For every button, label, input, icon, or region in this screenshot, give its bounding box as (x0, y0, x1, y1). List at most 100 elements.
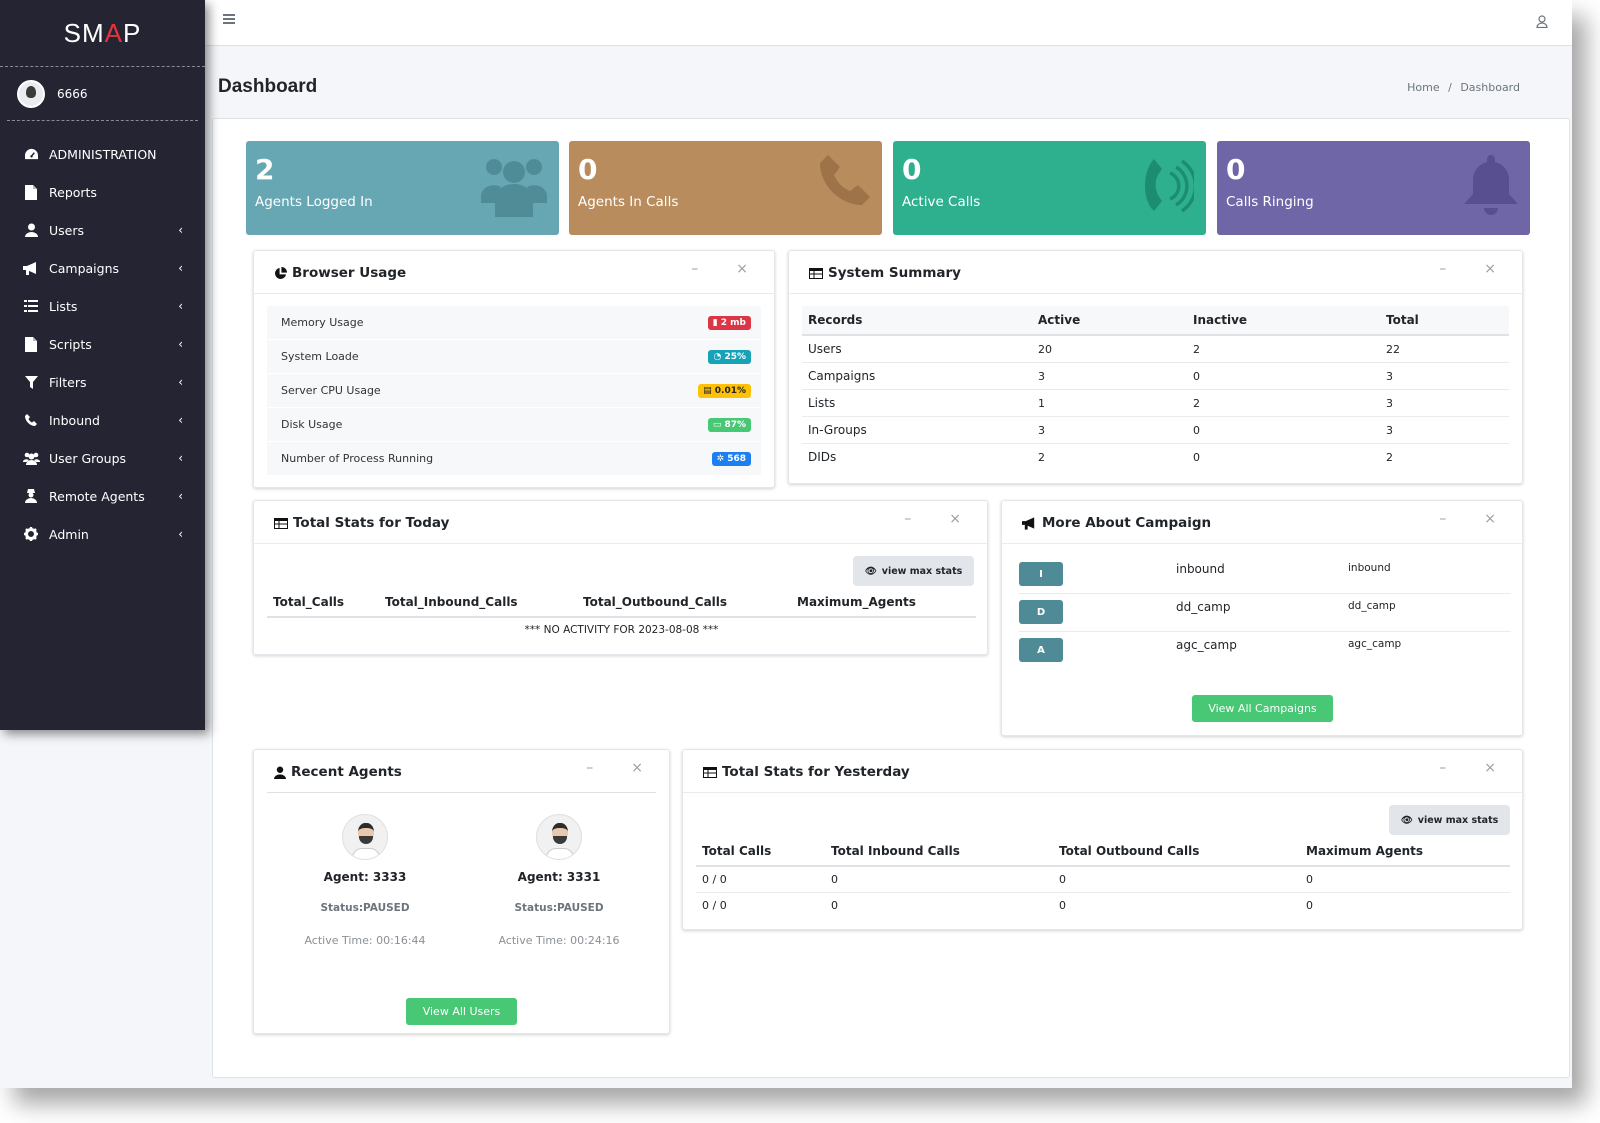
table-row: *** NO ACTIVITY FOR 2023-08-08 *** (267, 617, 976, 642)
table-header-row: Records Active Inactive Total (802, 306, 1509, 336)
minimize-icon[interactable]: – (1439, 760, 1446, 776)
table-cell: Lists (802, 389, 1032, 417)
close-icon[interactable]: × (631, 760, 643, 776)
table-icon (274, 517, 288, 529)
stat-value: 0 (578, 153, 598, 186)
sidebar-item-label: Campaigns (49, 260, 120, 276)
table-cell: 3 (1380, 362, 1509, 390)
empty-message: *** NO ACTIVITY FOR 2023-08-08 *** (524, 624, 719, 636)
view-all-campaigns-button[interactable]: View All Campaigns (1192, 695, 1333, 722)
close-icon[interactable]: × (1484, 760, 1496, 776)
user-menu-icon[interactable] (1536, 13, 1548, 32)
campaign-name: inbound (1176, 562, 1225, 576)
minimize-icon[interactable]: – (904, 511, 911, 527)
agent-card[interactable]: Agent: 3333 Status:PAUSED Active Time: 0… (270, 814, 460, 947)
table-cell: 0 (1187, 416, 1380, 444)
table-cell: 2 (1038, 450, 1045, 464)
table-row: 0 / 0000 (696, 893, 1510, 919)
card-tools: – × (904, 511, 961, 527)
sidebar-item-label: Inbound (49, 412, 100, 428)
stat-agents-logged-in[interactable]: 2 Agents Logged In (246, 141, 559, 235)
table-cell: 22 (1380, 335, 1509, 363)
button-label: view max stats (1417, 814, 1499, 826)
card-title-text: More About Campaign (1042, 515, 1212, 531)
breadcrumb-home[interactable]: Home (1407, 81, 1439, 94)
campaign-initial-button[interactable]: I (1019, 562, 1063, 586)
avatar (342, 814, 388, 860)
view-all-users-button[interactable]: View All Users (406, 998, 517, 1025)
card-title-text: System Summary (828, 265, 961, 281)
sidebar-item-campaigns[interactable]: Campaigns ‹ (0, 249, 205, 287)
stat-value: 0 (1226, 153, 1246, 186)
table-cell: 0 / 0 (702, 899, 727, 912)
sidebar-item-filters[interactable]: Filters ‹ (0, 363, 205, 401)
table-cell: 0 (1306, 899, 1313, 912)
close-icon[interactable]: × (1484, 511, 1496, 527)
user-icon (274, 766, 286, 779)
campaign-id: dd_camp (1348, 600, 1396, 612)
table-row: Users 20 2 22 (802, 335, 1509, 363)
close-icon[interactable]: × (736, 261, 748, 277)
sidebar-item-lists[interactable]: Lists ‹ (0, 287, 205, 325)
button-label: view max stats (881, 565, 963, 577)
campaign-row: A agc_camp agc_camp (1019, 632, 1511, 670)
sidebar-item-label: Filters (49, 374, 87, 390)
hamburger-menu-icon[interactable] (223, 14, 235, 24)
sidebar-item-users[interactable]: Users ‹ (0, 211, 205, 249)
chevron-left-icon: ‹ (178, 223, 183, 237)
card-header: More About Campaign – × (1002, 501, 1522, 544)
brand-logo[interactable]: SM A P (0, 0, 205, 67)
view-max-stats-button[interactable]: 👁 view max stats (1389, 805, 1510, 835)
file-icon (22, 184, 40, 200)
table-header-row: Total_Calls Total_Inbound_Calls Total_Ou… (267, 588, 976, 618)
sidebar-item-admin[interactable]: Admin ‹ (0, 515, 205, 553)
sidebar-item-administration[interactable]: ADMINISTRATION (0, 135, 205, 173)
minimize-icon[interactable]: – (1439, 511, 1446, 527)
view-max-stats-button[interactable]: 👁 view max stats (853, 556, 974, 586)
table-cell: 0 (1187, 362, 1380, 390)
column-header: Total Outbound Calls (1053, 837, 1300, 867)
user-panel[interactable]: 6666 (7, 67, 198, 121)
sidebar-item-user-groups[interactable]: User Groups ‹ (0, 439, 205, 477)
chevron-left-icon: ‹ (178, 261, 183, 275)
sidebar-item-label: Users (49, 222, 85, 238)
table-row: DIDs 2 0 2 (802, 444, 1509, 471)
table-cell: 20 (1032, 335, 1187, 363)
sidebar-item-reports[interactable]: Reports (0, 173, 205, 211)
card-header: Browser Usage – × (254, 251, 774, 294)
agent-card[interactable]: Agent: 3331 Status:PAUSED Active Time: 0… (464, 814, 654, 947)
badge-text: 568 (727, 453, 746, 464)
minimize-icon[interactable]: – (691, 261, 698, 277)
breadcrumb-separator: / (1448, 81, 1452, 94)
sidebar-item-remote-agents[interactable]: Remote Agents ‹ (0, 477, 205, 515)
table-cell: 0 (1193, 450, 1200, 464)
list-item-label: Memory Usage (281, 316, 364, 329)
stat-active-calls[interactable]: 0 Active Calls (893, 141, 1206, 235)
minimize-icon[interactable]: – (1439, 261, 1446, 277)
campaign-initial-button[interactable]: A (1019, 638, 1063, 662)
table-icon (809, 267, 823, 279)
close-icon[interactable]: × (949, 511, 961, 527)
sidebar-item-scripts[interactable]: Scripts ‹ (0, 325, 205, 363)
table-cell: 3 (1380, 416, 1509, 444)
agent-status: Status:PAUSED (320, 902, 410, 914)
minimize-icon[interactable]: – (586, 760, 593, 776)
stat-calls-ringing[interactable]: 0 Calls Ringing (1217, 141, 1530, 235)
phone-icon (820, 155, 870, 209)
sidebar-item-label: Reports (49, 184, 97, 200)
eye-icon: 👁 (1400, 814, 1413, 826)
campaign-initial-button[interactable]: D (1019, 600, 1063, 624)
table-cell: 3 (1032, 416, 1187, 444)
sidebar-item-inbound[interactable]: Inbound ‹ (0, 401, 205, 439)
stat-label: Agents Logged In (255, 194, 373, 210)
stats-today-table: Total_Calls Total_Inbound_Calls Total_Ou… (267, 588, 976, 642)
badge-text: 2 mb (720, 317, 746, 328)
stat-agents-in-calls[interactable]: 0 Agents In Calls (569, 141, 882, 235)
agent-name: Agent: 3331 (517, 870, 601, 884)
close-icon[interactable]: × (1484, 261, 1496, 277)
stats-yesterday-card: Total Stats for Yesterday – × 👁 view max … (682, 749, 1523, 930)
table-row: 0 / 0000 (696, 866, 1510, 893)
table-cell: 0 (825, 866, 1053, 893)
agent-name: Agent: 3333 (323, 870, 407, 884)
browser-usage-card: Browser Usage – × Memory Usage ▮ 2 mb Sy… (253, 250, 775, 488)
